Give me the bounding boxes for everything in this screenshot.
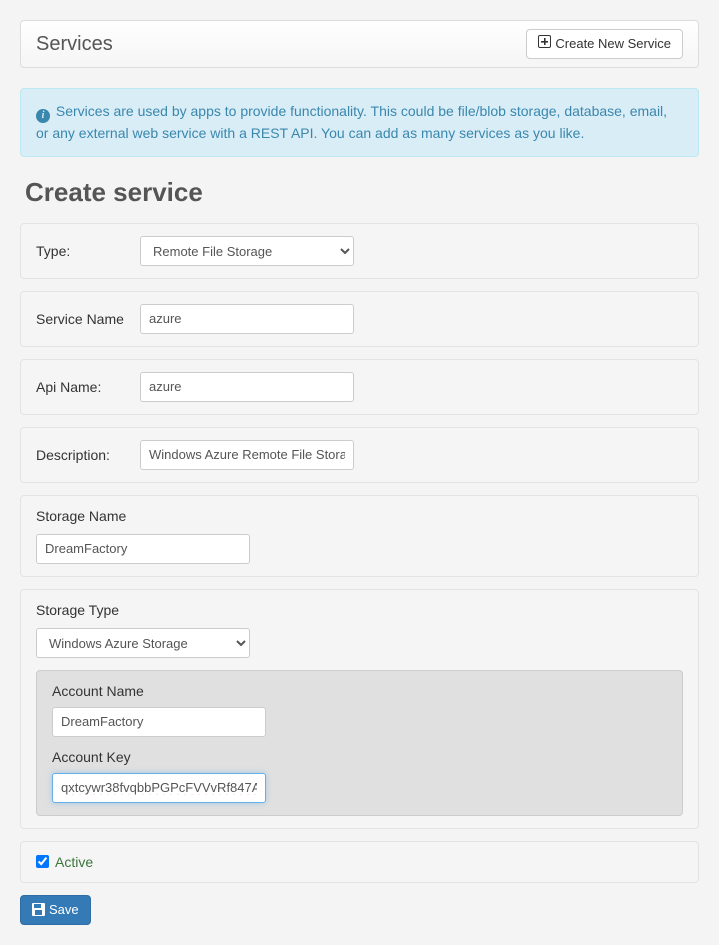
description-input[interactable]: [140, 440, 354, 470]
info-banner-text: Services are used by apps to provide fun…: [36, 103, 667, 141]
type-label: Type:: [36, 243, 128, 259]
account-name-input[interactable]: [52, 707, 266, 737]
page-header-title: Services: [36, 33, 113, 56]
save-button[interactable]: Save: [20, 895, 91, 925]
save-icon: [32, 903, 45, 916]
create-button-label: Create New Service: [555, 35, 671, 53]
active-label: Active: [55, 854, 93, 870]
api-name-label: Api Name:: [36, 379, 128, 395]
credentials-box: Account Name Account Key: [36, 670, 683, 816]
account-key-input[interactable]: [52, 773, 266, 803]
account-name-label: Account Name: [52, 683, 667, 699]
api-name-input[interactable]: [140, 372, 354, 402]
storage-name-input[interactable]: [36, 534, 250, 564]
storage-type-select[interactable]: Windows Azure Storage: [36, 628, 250, 658]
page-title: Create service: [25, 177, 699, 208]
save-button-label: Save: [49, 901, 79, 919]
info-banner: i Services are used by apps to provide f…: [20, 88, 699, 157]
active-checkbox[interactable]: [36, 855, 49, 868]
create-new-service-button[interactable]: Create New Service: [526, 29, 683, 59]
service-name-label: Service Name: [36, 311, 128, 327]
description-label: Description:: [36, 447, 128, 463]
service-name-input[interactable]: [140, 304, 354, 334]
type-select[interactable]: Remote File Storage: [140, 236, 354, 266]
account-key-label: Account Key: [52, 749, 667, 765]
storage-type-label: Storage Type: [36, 602, 683, 618]
storage-name-label: Storage Name: [36, 508, 683, 524]
plus-icon: [538, 35, 551, 53]
info-icon: i: [36, 109, 50, 123]
